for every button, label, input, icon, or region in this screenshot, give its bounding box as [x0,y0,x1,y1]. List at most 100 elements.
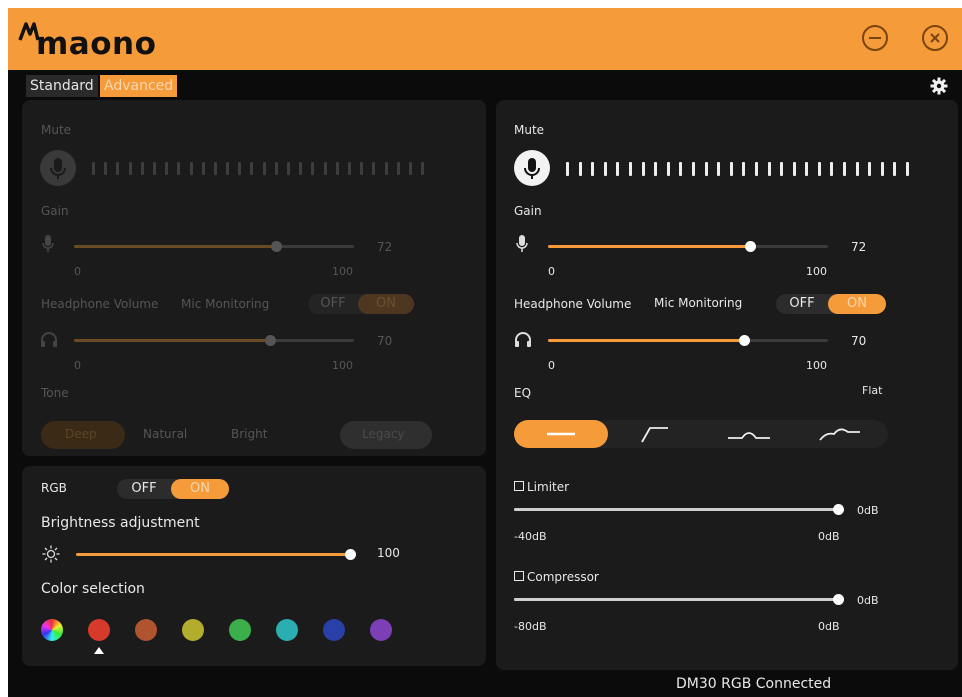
close-button[interactable] [920,23,950,53]
gain-label: Gain [41,204,69,218]
limiter-min: -40dB [514,530,547,543]
meter-bar [855,162,859,176]
compressor-slider[interactable] [514,594,844,605]
gain-slider[interactable] [74,241,354,252]
toggle-off[interactable]: OFF [776,294,828,314]
legacy-button[interactable]: Legacy [340,421,432,449]
eq-label: EQ [514,386,532,400]
headphone-slider-handle[interactable] [265,335,276,346]
headphone-slider-fill [74,339,270,342]
meter-bar [250,162,254,175]
toggle-off[interactable]: OFF [308,294,358,314]
headphone-max: 100 [806,359,827,372]
limiter-slider-fill [514,508,838,511]
meter-bar [396,162,400,175]
meter-bar [189,162,193,175]
rgb-panel: RGB OFF ON Brightness adjustment 100 Col… [22,466,486,666]
settings-button[interactable] [930,77,948,95]
compressor-slider-handle[interactable] [833,594,844,605]
headphone-volume-label: Headphone Volume [41,297,159,311]
compressor-checkbox[interactable]: Compressor [514,570,599,584]
brightness-slider[interactable] [76,549,356,560]
meter-bar [347,162,351,175]
microphone-icon [50,158,66,179]
eq-presence-button[interactable] [702,420,796,448]
tab-standard[interactable]: Standard [26,75,98,97]
limiter-value: 0dB [857,504,879,517]
microphone-icon [524,158,540,179]
brightness-icon [42,545,60,563]
toggle-on[interactable]: ON [171,479,229,499]
meter-bar [323,162,327,175]
headphone-slider-handle[interactable] [739,335,750,346]
meter-bar [201,162,205,175]
headphone-volume-value: 70 [851,334,867,348]
microphone-small-icon [516,235,528,252]
meter-bar [238,162,242,175]
tone-deep-button[interactable]: Deep [41,421,125,449]
mute-button[interactable] [514,150,550,186]
color-swatch[interactable] [370,619,392,641]
meter-bar [140,162,144,175]
headphone-volume-slider[interactable] [74,335,354,346]
toggle-on[interactable]: ON [358,294,414,314]
eq-presence-icon [728,432,770,439]
meter-bar [116,162,120,175]
toggle-off[interactable]: OFF [117,479,171,499]
selected-color-indicator [94,647,104,654]
color-swatch[interactable] [323,619,345,641]
compressor-label: Compressor [527,570,599,584]
tab-advanced[interactable]: Advanced [100,75,178,97]
legacy-label: Legacy [362,427,405,441]
mic-monitoring-toggle[interactable]: OFF ON [776,294,886,314]
headphone-icon [515,332,531,347]
mic-monitoring-label: Mic Monitoring [181,297,270,311]
meter-bar [679,162,683,176]
gain-slider-handle[interactable] [744,241,756,252]
meter-bar [654,162,658,176]
gain-slider[interactable] [548,241,828,252]
color-swatch[interactable] [88,619,110,641]
limiter-slider-handle[interactable] [833,504,844,515]
brand-name: maono [36,26,157,62]
meter-bar [628,162,632,176]
color-swatch[interactable] [229,619,251,641]
meter-bar [893,162,897,176]
headphone-max: 100 [332,359,353,372]
mic-monitoring-toggle[interactable]: OFF ON [308,294,414,314]
mute-button[interactable] [40,150,76,186]
meter-bar [152,162,156,175]
meter-bar [213,162,217,175]
brightness-slider-handle[interactable] [345,549,356,560]
limiter-checkbox[interactable]: Limiter [514,480,569,494]
eq-warm-button[interactable] [796,420,888,448]
tone-natural-button[interactable]: Natural [143,427,187,441]
minimize-button[interactable] [860,23,890,53]
compressor-slider-fill [514,598,838,601]
gain-slider-handle[interactable] [270,241,282,252]
color-swatch[interactable] [135,619,157,641]
gain-slider-fill [548,245,750,248]
meter-bar [906,162,910,176]
limiter-slider[interactable] [514,504,844,515]
eq-highpass-button[interactable] [608,420,702,448]
meter-bar [754,162,758,176]
compressor-max: 0dB [818,620,840,633]
color-swatch[interactable] [276,619,298,641]
eq-preset-name: Flat [862,384,883,397]
tone-label: Tone [41,386,69,400]
toggle-on[interactable]: ON [828,294,886,314]
color-wheel-swatch[interactable] [41,619,63,641]
mic-monitoring-label: Mic Monitoring [654,296,743,310]
tone-bright-button[interactable]: Bright [231,427,267,441]
mute-label: Mute [514,123,545,137]
meter-bar [616,162,620,176]
headphone-min: 0 [74,359,81,372]
headphone-volume-slider[interactable] [548,335,828,346]
eq-flat-button[interactable] [514,420,608,448]
meter-bar [868,162,872,176]
rgb-label: RGB [41,481,67,495]
color-swatch[interactable] [182,619,204,641]
meter-bar [177,162,181,175]
rgb-toggle[interactable]: OFF ON [117,479,229,499]
